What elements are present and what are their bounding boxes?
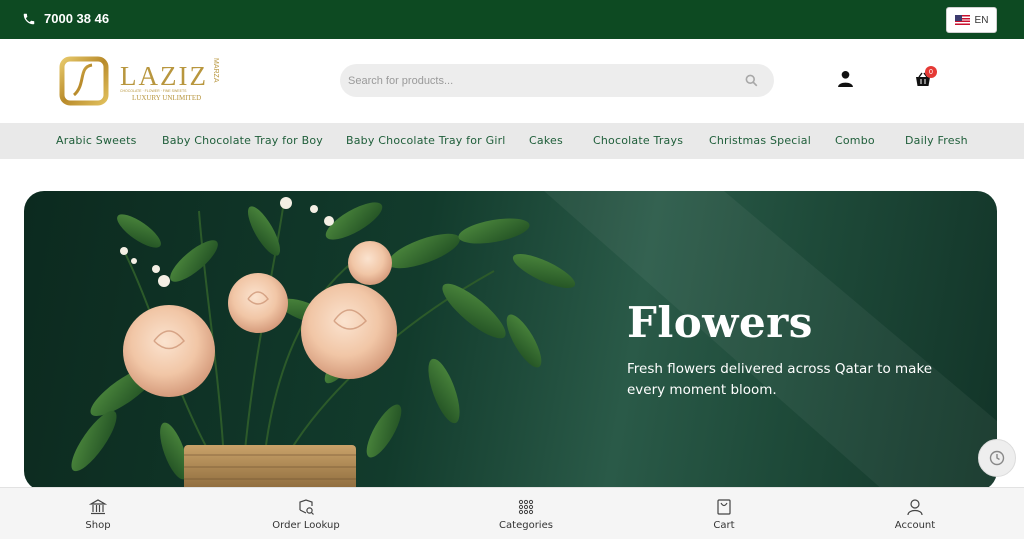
search-input[interactable] — [348, 64, 728, 97]
history-button[interactable] — [978, 439, 1016, 477]
svg-text:CHOCOLATE · FLOWER · FINE SWEE: CHOCOLATE · FLOWER · FINE SWEETS — [120, 89, 187, 93]
search-icon[interactable] — [745, 74, 758, 87]
cart-icon — [717, 498, 731, 515]
category-baby-chocolate-tray-girl[interactable]: Baby Chocolate Tray for Girl — [346, 134, 506, 147]
shop-icon — [89, 498, 107, 514]
svg-text:LAZIZ: LAZIZ — [120, 61, 208, 91]
hero-subtitle: Fresh flowers delivered across Qatar to … — [627, 361, 933, 398]
bottom-navigation: Shop Order Lookup Categories Cart Accoun… — [0, 487, 1024, 539]
flower-bouquet-image — [71, 191, 997, 491]
category-daily-fresh[interactable]: Daily Fresh — [905, 134, 968, 147]
top-bar: 7000 38 46 EN — [0, 0, 1024, 39]
account-icon — [907, 498, 923, 515]
search-bar — [340, 64, 774, 97]
language-selector[interactable]: EN — [946, 7, 997, 33]
categories-icon — [518, 499, 534, 514]
bottom-nav-account-label: Account — [894, 519, 936, 531]
bottom-nav-cart[interactable]: Cart — [704, 488, 744, 540]
cart-count-badge: 0 — [925, 66, 937, 78]
bottom-nav-shop-label: Shop — [85, 519, 111, 531]
bottom-nav-order-lookup-label: Order Lookup — [272, 519, 340, 531]
bottom-nav-cart-label: Cart — [713, 519, 735, 531]
bottom-nav-account[interactable]: Account — [890, 488, 940, 540]
category-arabic-sweets[interactable]: Arabic Sweets — [56, 134, 137, 147]
category-nav: Arabic Sweets Baby Chocolate Tray for Bo… — [0, 123, 1024, 159]
bottom-nav-categories[interactable]: Categories — [496, 488, 556, 540]
hero-title: Flowers — [627, 298, 813, 347]
category-cakes[interactable]: Cakes — [529, 134, 563, 147]
header: LAZIZ CHOCOLATE · FLOWER · FINE SWEETS L… — [0, 39, 1024, 123]
category-combo[interactable]: Combo — [835, 134, 875, 147]
hero-banner[interactable]: Flowers Fresh flowers delivered across Q… — [24, 191, 997, 491]
bottom-nav-categories-label: Categories — [499, 519, 553, 531]
history-icon — [989, 450, 1005, 466]
category-baby-chocolate-tray-boy[interactable]: Baby Chocolate Tray for Boy — [162, 134, 323, 147]
us-flag-icon — [954, 15, 970, 25]
phone-number: 7000 38 46 — [44, 11, 110, 26]
user-icon[interactable] — [837, 70, 854, 87]
bottom-nav-order-lookup[interactable]: Order Lookup — [268, 488, 344, 540]
category-christmas-special[interactable]: Christmas Special — [709, 134, 811, 147]
order-lookup-icon — [299, 498, 314, 515]
svg-text:MARZA: MARZA — [212, 58, 219, 83]
svg-text:LUXURY UNLIMITED: LUXURY UNLIMITED — [132, 94, 201, 102]
language-code: EN — [974, 14, 989, 26]
category-chocolate-trays[interactable]: Chocolate Trays — [593, 134, 683, 147]
phone-icon — [23, 13, 35, 24]
bottom-nav-shop[interactable]: Shop — [78, 488, 118, 540]
phone-contact[interactable]: 7000 38 46 — [22, 11, 109, 26]
laziz-logo[interactable]: LAZIZ CHOCOLATE · FLOWER · FINE SWEETS L… — [58, 55, 228, 107]
